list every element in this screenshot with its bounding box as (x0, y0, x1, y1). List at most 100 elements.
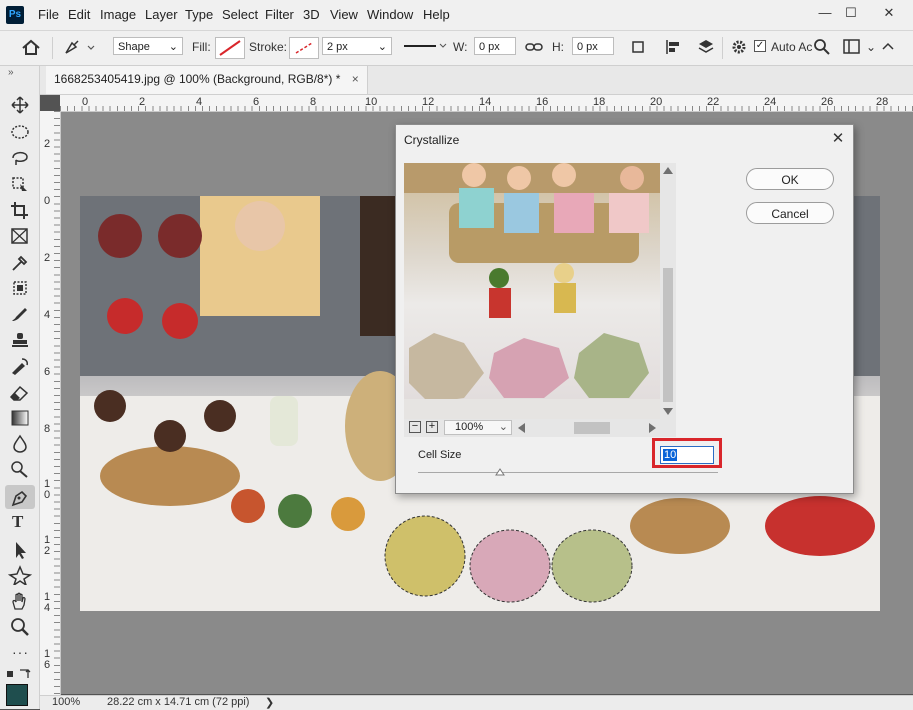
healing-brush-icon[interactable] (8, 278, 32, 298)
foreground-color-swatch[interactable] (6, 684, 28, 706)
ruler-tick-label: 2 (44, 252, 51, 264)
scroll-up-icon[interactable] (662, 165, 674, 175)
ok-button[interactable]: OK (746, 168, 834, 190)
ruler-tick-label: 4 (44, 309, 51, 321)
document-tab[interactable]: 1668253405419.jpg @ 100% (Background, RG… (46, 66, 368, 94)
gradient-tool-icon[interactable] (8, 408, 32, 428)
menu-file[interactable]: File (38, 7, 59, 22)
marquee-tool-icon[interactable] (8, 122, 32, 142)
menu-filter[interactable]: Filter (265, 7, 294, 22)
menu-view[interactable]: View (330, 7, 358, 22)
status-menu-arrow[interactable]: ❯ (265, 696, 274, 709)
chevron-down-icon[interactable]: ⌄ (866, 40, 876, 54)
checkmark-icon: ✓ (755, 40, 765, 51)
frame-tool-icon[interactable] (8, 226, 32, 246)
preview-zoom-select[interactable]: 100% ⌄ (444, 420, 512, 435)
object-selection-icon[interactable] (8, 175, 32, 195)
shape-tool-icon[interactable] (8, 565, 32, 585)
ruler-tick-label: 0 (44, 195, 51, 207)
pen-tool-preset-icon[interactable] (62, 37, 98, 57)
ruler-ticks (54, 111, 60, 695)
menu-help[interactable]: Help (423, 7, 450, 22)
clone-stamp-icon[interactable] (8, 330, 32, 350)
path-operations-icon[interactable] (630, 39, 646, 55)
brush-tool-icon[interactable] (8, 304, 32, 324)
scroll-down-icon[interactable] (662, 407, 674, 417)
options-bar: Shape ⌄ Fill: Stroke: 2 px ⌄ W: 0 px H: 0 … (0, 31, 913, 66)
pen-tool-icon[interactable] (8, 487, 32, 507)
stroke-width-input[interactable]: 2 px ⌄ (322, 37, 392, 55)
chevron-up-icon[interactable] (880, 39, 896, 55)
crop-tool-icon[interactable] (8, 200, 32, 220)
width-input[interactable]: 0 px (474, 37, 516, 55)
ruler-tick-label: 8 (44, 423, 51, 435)
zoom-tool-icon[interactable] (8, 617, 32, 637)
search-icon[interactable] (813, 38, 831, 56)
stroke-type-select[interactable] (398, 37, 448, 55)
document-size: 28.22 cm x 14.71 cm (72 ppi) (107, 696, 250, 708)
minimize-button[interactable]: — (812, 3, 838, 23)
chevron-down-icon: ⌄ (498, 421, 508, 433)
ruler-tick-label: 1 2 (44, 534, 51, 557)
move-tool-icon[interactable] (8, 95, 32, 115)
path-arrangement-icon[interactable] (697, 38, 715, 56)
stroke-width-value: 2 px (327, 41, 348, 53)
menu-edit[interactable]: Edit (68, 7, 90, 22)
fill-swatch[interactable] (215, 37, 245, 59)
dodge-tool-icon[interactable] (8, 459, 32, 479)
scroll-left-icon[interactable] (516, 422, 526, 434)
preview-controls-bar: − + 100% ⌄ (404, 419, 676, 437)
link-icon[interactable] (525, 39, 543, 55)
menu-window[interactable]: Window (367, 7, 413, 22)
height-input[interactable]: 0 px (572, 37, 614, 55)
stroke-swatch[interactable] (289, 37, 319, 59)
annotation-highlight-box (652, 438, 722, 468)
scroll-right-icon[interactable] (648, 422, 658, 434)
horizontal-scroll-thumb[interactable] (574, 422, 610, 434)
vertical-scroll-thumb[interactable] (663, 268, 673, 402)
zoom-level[interactable]: 100% (52, 696, 80, 708)
path-alignment-icon[interactable] (664, 38, 682, 56)
close-tab-icon[interactable]: × (352, 72, 359, 86)
crystallize-dialog: Crystallize ✕ − + 100% ⌄ OK Cancel Cell S… (395, 124, 854, 494)
menu-image[interactable]: Image (100, 7, 136, 22)
preview-vertical-scrollbar[interactable] (660, 163, 676, 419)
menu-bar: Ps File Edit Image Layer Type Select Fil… (0, 0, 913, 31)
blur-tool-icon[interactable] (8, 434, 32, 454)
hand-tool-icon[interactable] (8, 591, 32, 611)
collapse-panel-icon[interactable]: » (8, 67, 14, 78)
home-icon[interactable] (20, 37, 42, 57)
close-window-button[interactable]: ✕ (876, 3, 902, 23)
shape-mode-select[interactable]: Shape ⌄ (113, 37, 183, 55)
cell-size-slider-thumb[interactable] (495, 468, 506, 476)
workspace-icon[interactable] (843, 39, 861, 55)
lasso-tool-icon[interactable] (8, 148, 32, 168)
swap-colors-icon[interactable] (6, 668, 34, 682)
separator (722, 37, 723, 59)
eraser-tool-icon[interactable] (8, 382, 32, 402)
vertical-ruler: 2 0 2 4 6 8 1 0 1 2 1 4 1 6 (40, 111, 61, 695)
preview-image (404, 163, 660, 419)
menu-type[interactable]: Type (185, 7, 213, 22)
document-tab-bar: 1668253405419.jpg @ 100% (Background, RG… (40, 66, 913, 95)
gear-icon[interactable] (731, 39, 747, 55)
history-brush-icon[interactable] (8, 356, 32, 376)
horizontal-ruler: 0 2 4 6 8 10 12 14 16 18 20 22 24 26 28 (60, 95, 913, 112)
zoom-in-button[interactable]: + (426, 421, 438, 433)
photoshop-logo: Ps (6, 6, 24, 24)
eyedropper-icon[interactable] (8, 253, 32, 273)
filter-preview[interactable] (404, 163, 660, 419)
auto-align-checkbox[interactable]: ✓ (754, 40, 766, 52)
type-tool-icon[interactable]: T (12, 512, 23, 532)
maximize-button[interactable]: ☐ (838, 3, 864, 23)
path-selection-icon[interactable] (8, 540, 32, 560)
ruler-tick-label: 1 6 (44, 648, 51, 671)
dialog-close-button[interactable]: ✕ (828, 129, 848, 149)
menu-select[interactable]: Select (222, 7, 258, 22)
menu-3d[interactable]: 3D (303, 7, 320, 22)
cell-size-slider-track[interactable] (418, 472, 718, 473)
menu-layer[interactable]: Layer (145, 7, 178, 22)
more-tools-icon[interactable]: ··· (12, 644, 29, 660)
cancel-button[interactable]: Cancel (746, 202, 834, 224)
zoom-out-button[interactable]: − (409, 421, 421, 433)
